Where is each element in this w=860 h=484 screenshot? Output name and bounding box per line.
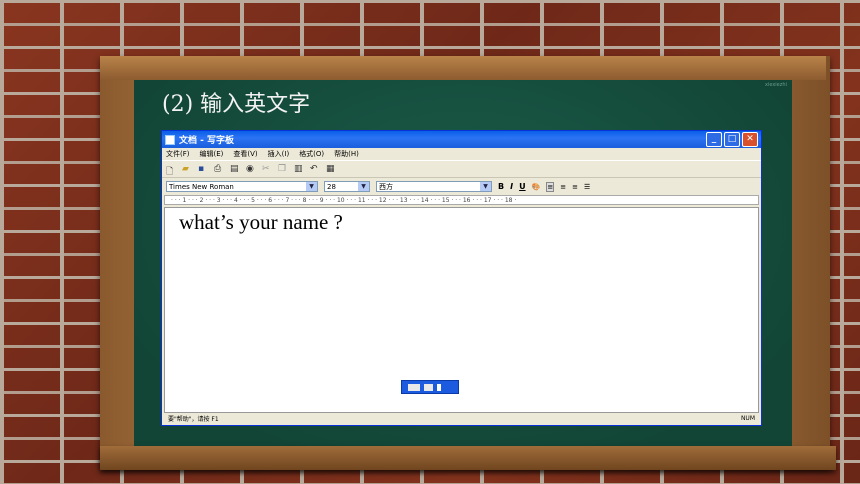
statusbar: 要"帮助"，请按 F1 NUM [164,413,759,423]
help-icon[interactable] [424,383,433,391]
chevron-down-icon: ▼ [306,182,317,191]
format-toolbar: Times New Roman ▼ 28 ▼ 西方 ▼ B I U 🎨 ≡ ≡ … [162,178,761,195]
minimize-button[interactable]: _ [706,132,722,147]
standard-toolbar: 🗋 ▰ ▪ ⎙ ▤ ◉ ✂ ❐ ▥ ↶ ▦ [162,160,761,178]
app-icon [165,134,175,145]
chevron-down-icon: ▼ [358,182,369,191]
align-left-icon[interactable]: ≡ [546,181,555,192]
slide-title: (2) 输入英文字 [162,92,311,117]
maximize-button[interactable]: □ [724,132,740,147]
align-center-icon[interactable]: ≡ [560,183,566,191]
print-icon[interactable]: ⎙ [214,164,224,174]
find-icon[interactable]: ◉ [246,164,256,174]
watermark: xiexiezhi [765,82,787,88]
window-title: 文档 - 写字板 [179,136,235,146]
size-select[interactable]: 28 ▼ [324,181,370,192]
window-titlebar[interactable]: 文档 - 写字板 _ □ ✕ [162,131,761,148]
bold-button[interactable]: B [498,182,504,191]
chevron-down-icon: ▼ [480,182,491,191]
cut-icon[interactable]: ✂ [262,164,272,174]
keyboard-icon[interactable] [408,383,420,391]
new-icon[interactable]: 🗋 [166,164,176,177]
align-right-icon[interactable]: ≡ [572,183,578,191]
ime-toolbar[interactable] [401,380,459,394]
menu-help[interactable]: 帮助(H) [334,149,359,159]
document-area[interactable]: what’s your name ? [164,207,759,413]
status-help-text: 要"帮助"，请按 F1 [168,415,219,423]
ime-scroll-icon[interactable] [437,383,441,391]
menu-view[interactable]: 查看(V) [233,149,257,159]
undo-icon[interactable]: ↶ [310,164,320,174]
underline-button[interactable]: U [519,182,526,191]
insert-datetime-icon[interactable]: ▦ [326,164,336,174]
font-select-value: Times New Roman [169,182,234,191]
color-icon[interactable]: 🎨 [532,183,541,191]
print-preview-icon[interactable]: ▤ [230,164,240,174]
menu-file[interactable]: 文件(F) [166,149,190,159]
size-select-value: 28 [327,182,336,191]
document-text[interactable]: what’s your name ? [179,210,343,235]
script-select[interactable]: 西方 ▼ [376,181,492,192]
menu-format[interactable]: 格式(O) [299,149,324,159]
menubar: 文件(F) 编辑(E) 查看(V) 插入(I) 格式(O) 帮助(H) [162,148,761,160]
italic-button[interactable]: I [510,182,513,191]
menu-edit[interactable]: 编辑(E) [200,149,224,159]
menu-insert[interactable]: 插入(I) [268,149,290,159]
font-select[interactable]: Times New Roman ▼ [166,181,318,192]
wordpad-window: 文档 - 写字板 _ □ ✕ 文件(F) 编辑(E) 查看(V) 插入(I) 格… [161,130,762,426]
bullets-icon[interactable]: ☰ [584,183,590,191]
copy-icon[interactable]: ❐ [278,164,288,174]
status-num: NUM [740,414,755,422]
frame-bottom-rail [100,446,836,470]
open-icon[interactable]: ▰ [182,164,192,174]
ruler[interactable]: · · · 1 · · · 2 · · · 3 · · · 4 · · · 5 … [164,195,759,205]
frame-top-rail [100,56,826,80]
script-select-value: 西方 [379,182,393,191]
save-icon[interactable]: ▪ [198,164,208,174]
close-button[interactable]: ✕ [742,132,758,147]
paste-icon[interactable]: ▥ [294,164,304,174]
